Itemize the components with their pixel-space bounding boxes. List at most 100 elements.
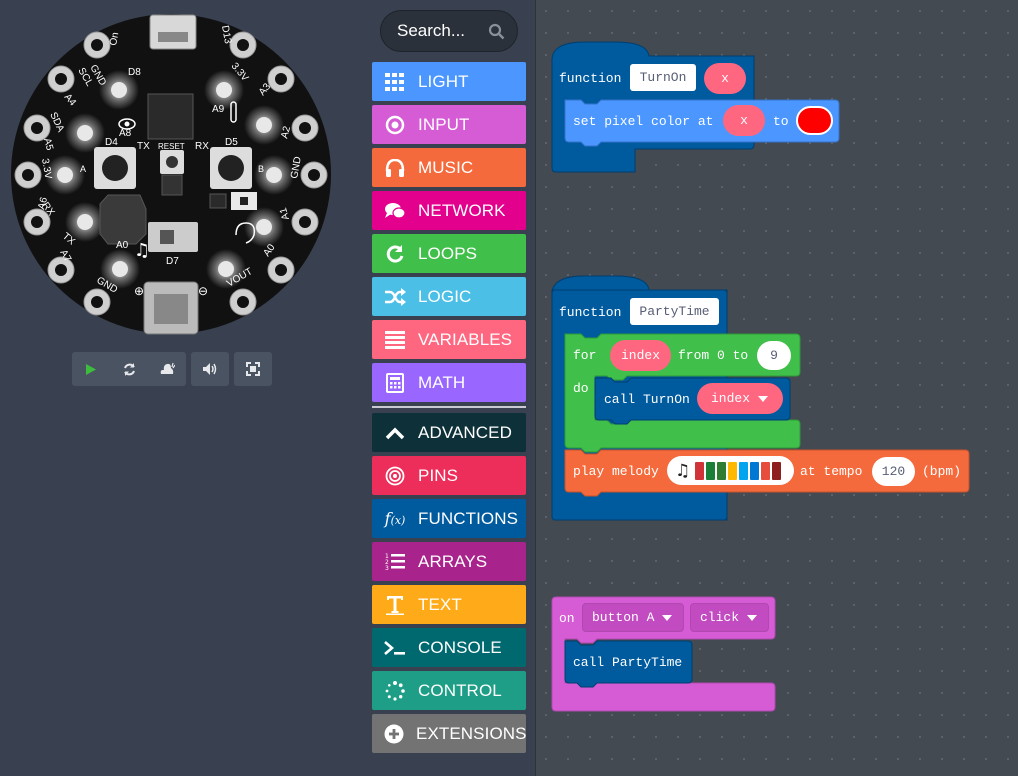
search-icon[interactable] (488, 23, 505, 40)
restart-icon (123, 362, 135, 376)
for-label: for (573, 348, 597, 363)
sim-run-group (72, 352, 186, 386)
melody-note (728, 461, 738, 480)
category-advanced[interactable]: ADVANCED (372, 413, 526, 452)
category-label: FUNCTIONS (418, 508, 519, 528)
category-math[interactable]: MATH (372, 363, 526, 402)
category-label: INPUT (418, 114, 470, 134)
category-light[interactable]: LIGHT (372, 62, 526, 101)
list-icon (384, 329, 406, 351)
calculator-icon (384, 372, 406, 394)
category-label: LOGIC (418, 286, 472, 306)
loop-var-index[interactable]: index (610, 340, 671, 371)
category-logic[interactable]: LOGIC (372, 277, 526, 316)
melody-note (739, 461, 749, 480)
label-on: On (108, 31, 121, 46)
category-input[interactable]: INPUT (372, 105, 526, 144)
category-label: PINS (418, 465, 459, 485)
music-note-icon: ♫ (134, 240, 150, 261)
workspace-edge (535, 0, 536, 776)
svg-text:3: 3 (385, 565, 389, 572)
button-dropdown[interactable]: button A (582, 603, 684, 632)
category-arrays[interactable]: 123 ARRAYS (372, 542, 526, 581)
set-pixel-color-label: set pixel color at (573, 114, 714, 129)
ordered-list-icon: 123 (384, 551, 406, 573)
grid-icon (384, 71, 406, 93)
chat-icon (384, 200, 406, 222)
call-arg-index: index (711, 391, 751, 406)
chevron-down-icon (758, 395, 769, 402)
melody-note (717, 461, 727, 480)
function-name-field[interactable]: TurnOn (630, 64, 696, 91)
category-pins[interactable]: PINS (372, 456, 526, 495)
loop-end-field[interactable]: 9 (757, 341, 791, 370)
category-loops[interactable]: LOOPS (372, 234, 526, 273)
search-box (380, 10, 518, 52)
melody-note (695, 461, 705, 480)
category-control[interactable]: CONTROL (372, 671, 526, 710)
bullseye-icon (384, 465, 406, 487)
category-text[interactable]: TEXT (372, 585, 526, 624)
category-music[interactable]: MUSIC (372, 148, 526, 187)
to-label: to (773, 114, 789, 129)
label-minus: ⊖ (198, 284, 208, 298)
melody-note (761, 461, 771, 480)
restart-button[interactable] (110, 352, 148, 386)
circuit-playground-board[interactable]: On D13 GND 3.3V D8 SCL A4 A3 A9 A8 SDA A… (10, 12, 332, 337)
label-btn-b: B (258, 164, 264, 174)
category-console[interactable]: CONSOLE (372, 628, 526, 667)
category-label: MUSIC (418, 157, 474, 177)
arg-x[interactable]: x (723, 105, 765, 136)
chevron-up-icon (384, 422, 406, 444)
mute-button[interactable] (191, 352, 229, 386)
category-label: MATH (418, 372, 466, 392)
plus-circle-icon (384, 723, 404, 745)
category-extensions[interactable]: EXTENSIONS (372, 714, 526, 753)
call-turnon-label: call TurnOn (604, 392, 690, 407)
play-button[interactable] (72, 352, 110, 386)
button-select-value: button A (592, 610, 655, 625)
fullscreen-icon (246, 362, 260, 376)
label-a9: A9 (212, 104, 225, 115)
refresh-icon (384, 243, 406, 265)
speaker-icon (203, 363, 217, 375)
category-network[interactable]: NETWORK (372, 191, 526, 230)
simulator-toolbar (72, 352, 272, 386)
label-d5: D5 (225, 137, 238, 148)
toolbox: LIGHT INPUT MUSIC NETWORK LOOPS LOGIC VA… (364, 0, 535, 776)
search-input[interactable] (397, 21, 492, 41)
melody-field[interactable]: ♫ (667, 456, 794, 485)
sim-audio-group (191, 352, 229, 386)
call-arg-index-dropdown[interactable]: index (697, 383, 783, 414)
text-icon (384, 594, 406, 616)
melody-notes (695, 461, 782, 480)
headphones-icon (384, 157, 406, 179)
function-name-field[interactable]: PartyTime (630, 298, 719, 325)
category-functions[interactable]: f(x) FUNCTIONS (372, 499, 526, 538)
target-icon (384, 114, 406, 136)
category-label: CONSOLE (418, 637, 502, 657)
call-partytime-label: call PartyTime (573, 655, 683, 670)
function-keyword: function (559, 305, 622, 320)
color-swatch[interactable] (796, 106, 833, 135)
play-icon (86, 363, 96, 375)
event-dropdown[interactable]: click (690, 603, 769, 632)
bpm-label: (bpm) (922, 464, 962, 479)
category-variables[interactable]: VARIABLES (372, 320, 526, 359)
category-label: NETWORK (418, 200, 506, 220)
param-x[interactable]: x (704, 63, 746, 94)
spinner-icon (384, 680, 406, 702)
function-keyword: function (559, 71, 622, 86)
category-label: LIGHT (418, 71, 469, 91)
blocks-workspace[interactable]: function TurnOn x set pixel color at x t… (535, 0, 1018, 776)
category-label: ARRAYS (418, 551, 488, 571)
melody-note (706, 461, 716, 480)
do-label: do (573, 381, 589, 396)
slowmo-button[interactable] (148, 352, 186, 386)
event-select-value: click (700, 610, 740, 625)
snail-icon (160, 362, 175, 374)
tempo-field[interactable]: 120 (872, 457, 915, 486)
simulator-panel: On D13 GND 3.3V D8 SCL A4 A3 A9 A8 SDA A… (0, 0, 364, 776)
fullscreen-button[interactable] (234, 352, 272, 386)
sim-fullscreen-group (234, 352, 272, 386)
